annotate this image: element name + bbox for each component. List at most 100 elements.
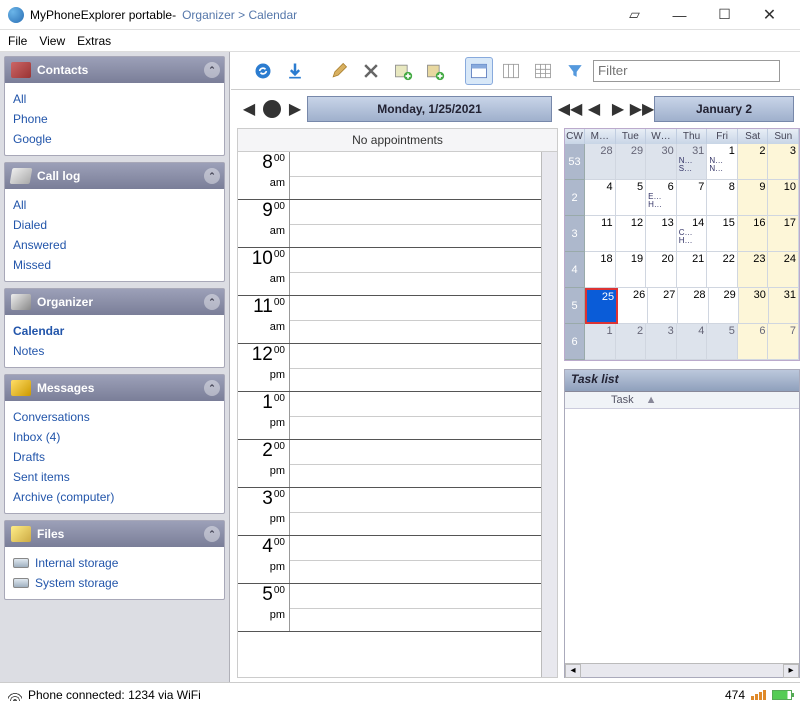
edit-button[interactable]	[325, 57, 353, 85]
month-cell[interactable]: 5	[707, 324, 738, 360]
month-cell[interactable]: 20	[646, 252, 677, 288]
month-cell[interactable]: 3	[768, 144, 799, 180]
month-cell[interactable]: 6	[738, 324, 769, 360]
menu-file[interactable]: File	[8, 34, 27, 48]
month-cell[interactable]: 12	[616, 216, 647, 252]
month-grid[interactable]: CWM…TueW…ThuFriSatSun5328293031N…S…1N…N……	[564, 128, 800, 361]
collapse-icon[interactable]: ⌃	[204, 526, 220, 542]
minimize-button[interactable]: —	[657, 1, 702, 29]
new-event-button[interactable]	[389, 57, 417, 85]
sidebar-item[interactable]: Notes	[13, 341, 216, 361]
month-cell[interactable]: 27	[648, 288, 678, 324]
sidebar-item[interactable]: Answered	[13, 235, 216, 255]
sidebar-item[interactable]: Inbox (4)	[13, 427, 216, 447]
today-button[interactable]	[263, 100, 281, 118]
sidebar-item[interactable]: Missed	[13, 255, 216, 275]
task-col-label[interactable]: Task	[605, 392, 640, 408]
panel-header[interactable]: Call log ⌃	[5, 163, 224, 189]
sidebar-item[interactable]: Archive (computer)	[13, 487, 216, 507]
sidebar-item[interactable]: Internal storage	[13, 553, 216, 573]
hour-body[interactable]	[290, 152, 541, 199]
panel-header[interactable]: Files ⌃	[5, 521, 224, 547]
month-cell[interactable]: 4	[585, 180, 616, 216]
delete-button[interactable]	[357, 57, 385, 85]
hour-row[interactable]: 800 am	[238, 152, 541, 200]
hour-body[interactable]	[290, 584, 541, 631]
hour-row[interactable]: 200 pm	[238, 440, 541, 488]
menu-view[interactable]: View	[39, 34, 65, 48]
collapse-icon[interactable]: ⌃	[204, 380, 220, 396]
month-cell[interactable]: 19	[616, 252, 647, 288]
filter-input[interactable]	[593, 60, 780, 82]
prev-day-button[interactable]: ◀	[237, 97, 261, 121]
hour-row[interactable]: 100 pm	[238, 392, 541, 440]
sidebar-item[interactable]: Conversations	[13, 407, 216, 427]
month-cell[interactable]: 1	[585, 324, 616, 360]
month-cell[interactable]: 5	[616, 180, 647, 216]
sort-asc-icon[interactable]: ▲	[640, 392, 663, 408]
hour-row[interactable]: 400 pm	[238, 536, 541, 584]
hour-body[interactable]	[290, 296, 541, 343]
sidebar-item[interactable]: System storage	[13, 573, 216, 593]
month-cell[interactable]: 14C…H…	[677, 216, 708, 252]
hour-body[interactable]	[290, 200, 541, 247]
day-view-button[interactable]	[465, 57, 493, 85]
scroll-left-button[interactable]: ◂	[565, 664, 581, 678]
panel-header[interactable]: Messages ⌃	[5, 375, 224, 401]
hour-row[interactable]: 900 am	[238, 200, 541, 248]
hour-row[interactable]: 1100 am	[238, 296, 541, 344]
hour-body[interactable]	[290, 488, 541, 535]
filter-button[interactable]	[561, 57, 589, 85]
sidebar-item[interactable]: All	[13, 195, 216, 215]
month-cell[interactable]: 24	[768, 252, 799, 288]
task-list-columns[interactable]: Task ▲	[565, 392, 799, 409]
month-view-button[interactable]	[529, 57, 557, 85]
month-cell[interactable]: 2	[738, 144, 769, 180]
month-cell[interactable]: 30	[646, 144, 677, 180]
month-cell[interactable]: 18	[585, 252, 616, 288]
close-button[interactable]: ✕	[747, 1, 792, 29]
hour-row[interactable]: 1200 pm	[238, 344, 541, 392]
prev-month-button[interactable]: ◀	[582, 97, 606, 121]
collapse-icon[interactable]: ⌃	[204, 168, 220, 184]
day-scrollbar[interactable]	[541, 152, 557, 677]
download-button[interactable]	[281, 57, 309, 85]
month-cell[interactable]: 15	[707, 216, 738, 252]
sidebar-item[interactable]: Dialed	[13, 215, 216, 235]
month-cell[interactable]: 1N…N…	[707, 144, 738, 180]
hour-grid[interactable]: 800 am 900 am 1000 am 1100 am 1200 pm 10…	[238, 152, 541, 677]
prev-year-button[interactable]: ◀◀	[558, 97, 582, 121]
hour-row[interactable]: 1000 am	[238, 248, 541, 296]
panel-header[interactable]: Contacts ⌃	[5, 57, 224, 83]
sidebar-item[interactable]: Sent items	[13, 467, 216, 487]
scroll-right-button[interactable]: ▸	[783, 664, 799, 678]
month-cell[interactable]: 31	[769, 288, 799, 324]
new-task-button[interactable]	[421, 57, 449, 85]
sidebar-item[interactable]: Drafts	[13, 447, 216, 467]
month-cell[interactable]: 22	[707, 252, 738, 288]
month-cell[interactable]: 25	[585, 288, 618, 324]
next-day-button[interactable]: ▶	[283, 97, 307, 121]
month-cell[interactable]: 9	[738, 180, 769, 216]
month-cell[interactable]: 29	[616, 144, 647, 180]
task-hscrollbar[interactable]: ◂ ▸	[565, 663, 799, 677]
hour-body[interactable]	[290, 248, 541, 295]
month-cell[interactable]: 29	[709, 288, 739, 324]
month-cell[interactable]: 31N…S…	[677, 144, 708, 180]
week-view-button[interactable]	[497, 57, 525, 85]
month-cell[interactable]: 21	[677, 252, 708, 288]
month-cell[interactable]: 11	[585, 216, 616, 252]
maximize-button[interactable]: ☐	[702, 1, 747, 29]
task-list-body[interactable]	[565, 409, 799, 663]
month-cell[interactable]: 4	[677, 324, 708, 360]
hour-body[interactable]	[290, 344, 541, 391]
sidebar-item[interactable]: All	[13, 89, 216, 109]
month-cell[interactable]: 17	[768, 216, 799, 252]
month-cell[interactable]: 6E…H…	[646, 180, 677, 216]
month-cell[interactable]: 7	[677, 180, 708, 216]
month-cell[interactable]: 30	[739, 288, 769, 324]
month-cell[interactable]: 16	[738, 216, 769, 252]
collapse-icon[interactable]: ⌃	[204, 62, 220, 78]
tablet-mode-button[interactable]: ▱	[612, 1, 657, 29]
hour-body[interactable]	[290, 392, 541, 439]
